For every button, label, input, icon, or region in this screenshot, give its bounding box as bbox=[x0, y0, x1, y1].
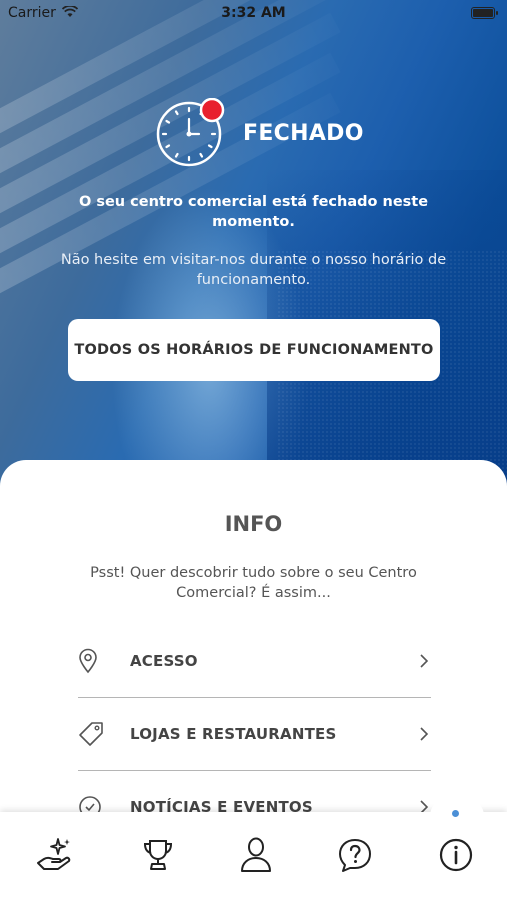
offers-hand-icon bbox=[37, 838, 71, 870]
trophy-icon bbox=[143, 840, 173, 870]
opening-hours-label: TODOS OS HORÁRIOS DE FUNCIONAMENTO bbox=[74, 342, 434, 358]
profile-icon bbox=[241, 837, 271, 872]
chevron-right-icon bbox=[420, 727, 429, 741]
tab-profile[interactable] bbox=[231, 830, 281, 880]
help-icon bbox=[339, 839, 371, 872]
menu-item-label: LOJAS E RESTAURANTES bbox=[130, 725, 337, 743]
battery-icon bbox=[471, 7, 498, 19]
tab-offers[interactable] bbox=[29, 830, 79, 880]
menu-item-lojas-restaurantes[interactable]: LOJAS E RESTAURANTES bbox=[78, 698, 431, 771]
closed-message-bold: O seu centro comercial está fechado nest… bbox=[78, 194, 429, 230]
chevron-right-icon bbox=[420, 654, 429, 668]
tag-icon bbox=[78, 721, 114, 747]
location-pin-icon bbox=[78, 648, 114, 674]
info-title: INFO bbox=[224, 512, 283, 536]
closed-message: Não hesite em visitar-nos durante o noss… bbox=[60, 252, 447, 288]
closed-status: FECHADO bbox=[155, 97, 364, 168]
menu-item-label: ACESSO bbox=[130, 652, 198, 670]
status-bar: Carrier 3:32 AM bbox=[0, 0, 507, 28]
tab-info[interactable] bbox=[431, 830, 481, 880]
tab-rewards[interactable] bbox=[133, 830, 183, 880]
closed-title: FECHADO bbox=[243, 120, 364, 146]
menu-item-acesso[interactable]: ACESSO bbox=[78, 625, 431, 698]
tab-help[interactable] bbox=[330, 830, 380, 880]
clock-icon bbox=[155, 97, 225, 168]
status-time: 3:32 AM bbox=[221, 5, 286, 21]
tab-bar bbox=[0, 798, 507, 900]
opening-hours-button[interactable]: TODOS OS HORÁRIOS DE FUNCIONAMENTO bbox=[68, 319, 440, 381]
active-tab-indicator bbox=[452, 810, 459, 817]
info-icon bbox=[439, 838, 473, 872]
info-subtitle: Psst! Quer descobrir tudo sobre o seu Ce… bbox=[90, 565, 417, 601]
